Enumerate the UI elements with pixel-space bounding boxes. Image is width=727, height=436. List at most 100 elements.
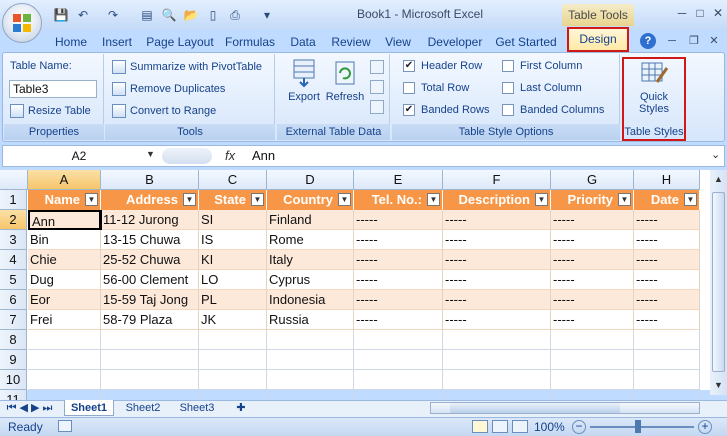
row-header[interactable]: 10 (0, 370, 27, 390)
tab-developer[interactable]: Developer (422, 32, 488, 52)
table-cell[interactable]: ----- (634, 310, 700, 330)
filter-dropdown-icon[interactable]: ▼ (251, 193, 264, 206)
formula-bar-expander[interactable] (162, 148, 212, 164)
empty-cell[interactable] (634, 370, 700, 390)
table-header-cell[interactable]: Description ▼ (443, 190, 551, 210)
table-cell[interactable]: ----- (443, 230, 551, 250)
table-cell[interactable]: ----- (354, 250, 443, 270)
table-header-cell[interactable]: Priority ▼ (551, 190, 634, 210)
filter-dropdown-icon[interactable]: ▼ (684, 193, 697, 206)
formula-input[interactable]: Ann (252, 146, 702, 166)
empty-cell[interactable] (28, 370, 101, 390)
banded-rows-checkbox[interactable]: ✔ Banded Rows (403, 104, 490, 116)
tab-view[interactable]: View (380, 32, 416, 52)
resize-table-button[interactable]: Resize Table (10, 104, 91, 118)
close-icon[interactable]: ✕ (710, 6, 726, 20)
table-cell[interactable]: ----- (551, 270, 634, 290)
table-cell[interactable]: ----- (634, 210, 700, 230)
scroll-thumb[interactable] (712, 192, 725, 372)
empty-cell[interactable] (551, 370, 634, 390)
table-header-cell[interactable]: Name ▼ (28, 190, 101, 210)
table-cell[interactable]: 58-79 Plaza (101, 310, 199, 330)
row-header[interactable]: 7 (0, 310, 27, 330)
page-layout-view-icon[interactable] (492, 420, 508, 433)
empty-cell[interactable] (551, 350, 634, 370)
zoom-slider-track[interactable] (590, 426, 694, 428)
filter-dropdown-icon[interactable]: ▼ (183, 193, 196, 206)
table-cell[interactable]: Indonesia (267, 290, 354, 310)
empty-cell[interactable] (634, 350, 700, 370)
last-column-checkbox[interactable]: Last Column (502, 82, 582, 94)
empty-cell[interactable] (634, 330, 700, 350)
minimize-icon[interactable]: ─ (674, 6, 690, 20)
empty-cell[interactable] (443, 350, 551, 370)
empty-cell[interactable] (199, 330, 267, 350)
tab-design[interactable]: Design (567, 27, 629, 52)
name-box-dropdown-icon[interactable]: ▼ (146, 149, 155, 159)
table-cell[interactable]: ----- (443, 290, 551, 310)
empty-cell[interactable] (199, 370, 267, 390)
column-header-d[interactable]: D (267, 170, 354, 190)
ribbon-restore-icon[interactable]: ❐ (686, 33, 702, 49)
row-header[interactable]: 6 (0, 290, 27, 310)
help-icon[interactable]: ? (640, 33, 656, 49)
table-cell[interactable]: Cyprus (267, 270, 354, 290)
tab-formulas[interactable]: Formulas (222, 32, 278, 52)
column-header-f[interactable]: F (443, 170, 551, 190)
table-cell[interactable]: Eor (28, 290, 101, 310)
new-icon[interactable]: ▯ (204, 6, 222, 24)
banded-columns-checkbox[interactable]: Banded Columns (502, 104, 604, 116)
table-cell[interactable]: ----- (634, 290, 700, 310)
column-header-a[interactable]: A (28, 170, 101, 190)
print-preview-icon[interactable]: 🔍 (160, 6, 178, 24)
row-header[interactable]: 1 (0, 190, 27, 210)
empty-cell[interactable] (443, 330, 551, 350)
sheet-tab-sheet2[interactable]: Sheet2 (118, 400, 168, 416)
tab-insert[interactable]: Insert (96, 32, 138, 52)
sheet-tab-sheet1[interactable]: Sheet1 (64, 400, 114, 416)
redo-icon[interactable]: ↷ (104, 6, 122, 24)
sheet-tab-sheet3[interactable]: Sheet3 (172, 400, 222, 416)
table-cell[interactable]: LO (199, 270, 267, 290)
tab-review[interactable]: Review (328, 32, 374, 52)
insert-function-icon[interactable]: fx (225, 146, 245, 166)
column-header-e[interactable]: E (354, 170, 443, 190)
table-cell[interactable]: ----- (634, 250, 700, 270)
header-row-checkbox[interactable]: ✔ Header Row (403, 60, 482, 72)
filter-dropdown-icon[interactable]: ▼ (338, 193, 351, 206)
restore-icon[interactable]: □ (692, 6, 708, 20)
open-icon[interactable]: 📂 (182, 6, 200, 24)
row-header[interactable]: 9 (0, 350, 27, 370)
table-cell[interactable]: ----- (551, 290, 634, 310)
table-cell[interactable]: 11-12 Jurong (101, 210, 199, 230)
row-header[interactable]: 3 (0, 230, 27, 250)
office-button[interactable] (2, 3, 42, 43)
table-cell[interactable]: ----- (551, 230, 634, 250)
table-cell[interactable]: Frei (28, 310, 101, 330)
scroll-down-icon[interactable]: ▼ (712, 380, 725, 394)
table-cell[interactable]: 13-15 Chuwa (101, 230, 199, 250)
table-cell[interactable]: ----- (354, 270, 443, 290)
total-row-checkbox[interactable]: Total Row (403, 82, 469, 94)
row-header[interactable]: 5 (0, 270, 27, 290)
filter-dropdown-icon[interactable]: ▼ (618, 193, 631, 206)
column-header-g[interactable]: G (551, 170, 634, 190)
scroll-up-icon[interactable]: ▲ (712, 174, 725, 188)
row-header[interactable]: 2 (0, 210, 27, 230)
empty-cell[interactable] (443, 370, 551, 390)
formula-expand-icon[interactable]: ⌄ (711, 148, 720, 161)
filter-dropdown-icon[interactable]: ▼ (535, 193, 548, 206)
zoom-slider-thumb[interactable] (635, 420, 641, 433)
table-cell[interactable]: Russia (267, 310, 354, 330)
empty-cell[interactable] (101, 350, 199, 370)
column-header-c[interactable]: C (199, 170, 267, 190)
table-cell[interactable]: ----- (443, 270, 551, 290)
sheet-nav-icons[interactable]: ⏮◀▶⏭ (4, 400, 58, 416)
table-cell[interactable]: ----- (354, 230, 443, 250)
table-cell[interactable]: ----- (443, 310, 551, 330)
column-header-b[interactable]: B (101, 170, 199, 190)
empty-cell[interactable] (354, 370, 443, 390)
table-cell[interactable]: 15-59 Taj Jong (101, 290, 199, 310)
zoom-level[interactable]: 100% (534, 420, 565, 434)
table-cell[interactable]: ----- (551, 250, 634, 270)
